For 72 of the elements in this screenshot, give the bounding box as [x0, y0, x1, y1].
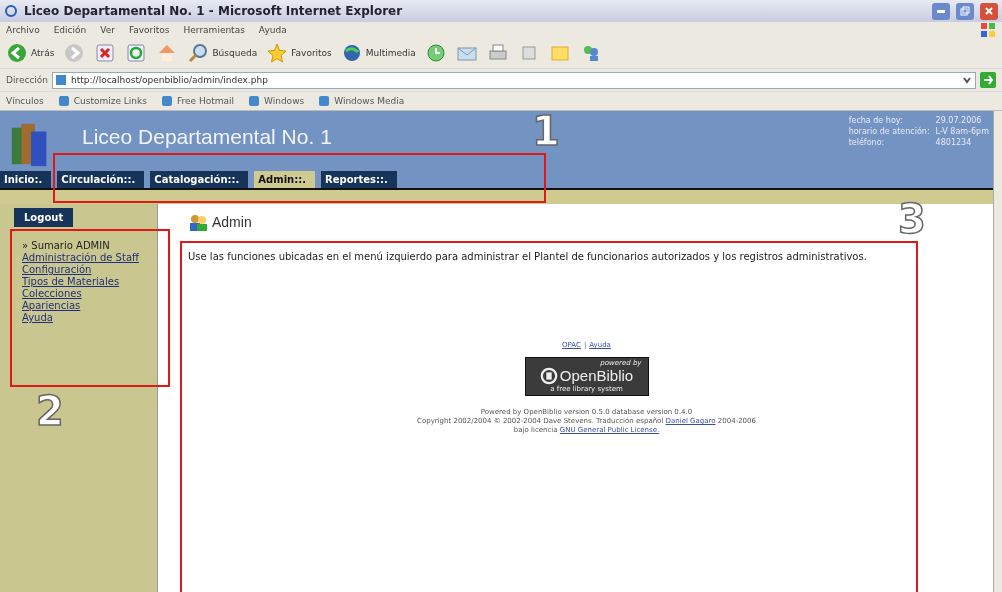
info-label: fecha de hoy:: [848, 115, 904, 126]
links-bar-item[interactable]: Free Hotmail: [160, 95, 234, 107]
sidebar-link[interactable]: Colecciones: [22, 288, 152, 300]
sidebar-link[interactable]: Tipos de Materiales: [22, 276, 152, 288]
stop-button[interactable]: [94, 42, 117, 64]
menu-item[interactable]: Edición: [53, 25, 87, 35]
sidebar-link[interactable]: Apariencias: [22, 300, 152, 312]
address-field[interactable]: http://localhost/openbiblio/admin/index.php: [52, 71, 976, 89]
links-bar-item[interactable]: Windows: [248, 95, 305, 107]
site-title: Liceo Departamental No. 1: [82, 125, 332, 149]
page-icon: [248, 95, 260, 107]
info-value: 4801234: [935, 137, 973, 148]
history-button[interactable]: [424, 42, 447, 64]
annotation-number: 2: [36, 391, 64, 431]
restore-button[interactable]: [956, 2, 974, 20]
page-icon: [55, 74, 68, 86]
info-value: 29.07.2006: [935, 115, 983, 126]
links-bar-item[interactable]: Customize Links: [57, 95, 147, 107]
menu-item[interactable]: Ver: [100, 25, 115, 35]
people-icon: [188, 212, 208, 232]
info-label: teléfono:: [848, 137, 886, 148]
forward-button[interactable]: [63, 42, 86, 64]
media-button[interactable]: Multimedia: [340, 42, 416, 64]
browser-icon: [4, 4, 18, 18]
logout-button[interactable]: Logout: [14, 208, 74, 227]
clock-icon: [424, 42, 447, 64]
star-icon: [266, 42, 289, 64]
search-button[interactable]: Búsqueda: [187, 42, 258, 64]
favorites-button[interactable]: Favoritos: [266, 42, 332, 64]
menu-item[interactable]: Archivo: [6, 25, 40, 35]
sidebar-link[interactable]: » Sumario ADMIN: [22, 240, 152, 252]
sidebar-link[interactable]: Configuración: [22, 264, 152, 276]
info-label: horario de atención:: [848, 126, 930, 137]
menu-item[interactable]: Herramientas: [183, 25, 245, 35]
page-heading: Admin: [212, 214, 252, 230]
intro-text: Use las funciones ubicadas en el menú izquierdo para administrar el Plantel de funcionarios autorizados y los registros administrativos.: [188, 250, 868, 263]
restore-icon: [960, 6, 970, 16]
links-label: Vínculos: [6, 96, 44, 106]
info-value: L-V 8am-6pm: [935, 126, 989, 137]
stop-icon: [94, 42, 117, 64]
minimize-button[interactable]: [932, 2, 950, 20]
book-circle-icon: [539, 367, 558, 385]
go-icon[interactable]: [980, 72, 996, 88]
nav-tab[interactable]: Admin::.: [254, 171, 315, 188]
nav-tab[interactable]: Reportes::.: [321, 171, 397, 188]
close-button[interactable]: [980, 2, 998, 20]
page-icon: [318, 95, 331, 107]
address-label: Dirección: [6, 75, 49, 85]
page-icon: [57, 95, 70, 107]
nav-tab[interactable]: Circulación::.: [57, 171, 145, 188]
link-label: Free Hotmail: [176, 96, 234, 106]
link-label: Windows Media: [334, 96, 405, 106]
window-title: Liceo Departamental No. 1 - Microsoft Internet Explorer: [24, 4, 403, 18]
sidebar-link[interactable]: Ayuda: [22, 312, 152, 324]
minimize-icon: [937, 9, 945, 13]
link-label: Customize Links: [73, 96, 147, 106]
annotation-number: 1: [532, 111, 560, 151]
nav-tab[interactable]: Catalogación::.: [150, 171, 249, 188]
refresh-button[interactable]: [125, 42, 148, 64]
back-button[interactable]: Atrás: [6, 42, 55, 64]
windows-flag-icon: [980, 22, 996, 38]
search-icon: [187, 42, 210, 64]
annotation-number: 3: [898, 199, 926, 239]
page-icon: [160, 95, 173, 107]
nav-tab[interactable]: Inicio:.: [0, 171, 52, 188]
sidebar-link[interactable]: Administración de Staff: [22, 252, 152, 264]
menu-item[interactable]: Ayuda: [258, 25, 287, 35]
link-label: Windows: [264, 96, 305, 106]
refresh-icon: [125, 42, 148, 64]
menu-item[interactable]: Favoritos: [128, 25, 170, 35]
close-icon: [984, 6, 994, 16]
links-bar-item[interactable]: Windows Media: [318, 95, 405, 107]
